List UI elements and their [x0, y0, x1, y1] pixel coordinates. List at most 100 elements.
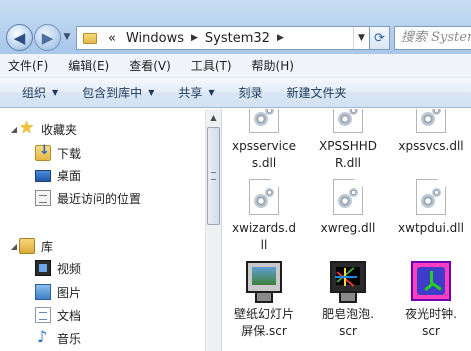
file-name-line1: 壁纸幻灯片 — [233, 307, 294, 321]
file-name-line2: 屏保.scr — [241, 324, 287, 338]
scrollbar-thumb[interactable] — [207, 127, 220, 225]
burn-label: 刻录 — [238, 86, 263, 100]
nav-libraries-header[interactable]: ◢ 库 — [0, 235, 205, 257]
expand-triangle-icon[interactable]: ◢ — [9, 242, 19, 251]
nav-favorites-header[interactable]: ◢ 收藏夹 — [0, 118, 205, 140]
dll-file-icon — [249, 179, 279, 215]
organize-label: 组织 — [22, 86, 47, 100]
caret-down-icon: ▼ — [208, 88, 215, 97]
file-name-line1: xwizards.d — [232, 221, 296, 235]
caret-down-icon: ▼ — [148, 88, 155, 97]
downloads-folder-icon — [35, 143, 51, 161]
scroll-up-arrow-icon[interactable]: ▲ — [206, 109, 221, 126]
nav-item-label: 文档 — [57, 308, 82, 323]
star-icon — [19, 118, 35, 138]
file-item[interactable]: xwtpdui.dll — [391, 179, 471, 237]
nav-pane-scrollbar[interactable]: ▲ — [205, 109, 222, 351]
back-button[interactable]: ◀ — [6, 24, 33, 51]
include-in-library-label: 包含到库中 — [82, 86, 143, 100]
search-input[interactable]: 搜索 System32 — [394, 26, 471, 50]
menu-tools[interactable]: 工具(T) — [191, 57, 232, 74]
file-name-line2: scr — [422, 324, 440, 338]
nav-item-music[interactable]: 音乐 — [0, 327, 205, 349]
favorites-label: 收藏夹 — [41, 122, 78, 137]
recent-pages-dropdown[interactable]: ▼ — [62, 32, 72, 42]
file-item[interactable]: XPSSHHD R.dll — [308, 109, 388, 172]
dll-file-icon — [249, 109, 279, 133]
breadcrumb-windows[interactable]: Windows — [121, 31, 189, 46]
libraries-label: 库 — [41, 239, 54, 254]
dll-file-icon — [333, 179, 363, 215]
file-item[interactable]: xpsservice s.dll — [224, 109, 304, 172]
share-button[interactable]: 共享 ▼ — [178, 84, 214, 101]
organize-button[interactable]: 组织 ▼ — [22, 84, 58, 101]
dll-file-icon — [416, 109, 446, 133]
file-item[interactable]: 夜光时钟. scr — [391, 261, 471, 340]
nav-item-recent-places[interactable]: 最近访问的位置 — [0, 187, 205, 209]
nav-item-label: 音乐 — [57, 331, 82, 346]
chevron-right-icon[interactable]: ▶ — [189, 33, 200, 43]
back-arrow-icon: ◀ — [13, 28, 26, 47]
file-name-line2: s.dll — [251, 156, 277, 170]
nav-item-pictures[interactable]: 图片 — [0, 281, 205, 303]
caret-down-icon: ▼ — [52, 88, 59, 97]
file-name-line1: 肥皂泡泡. — [322, 307, 374, 321]
folder-icon — [83, 32, 97, 44]
include-in-library-button[interactable]: 包含到库中 ▼ — [82, 84, 154, 101]
documents-library-icon — [35, 307, 51, 323]
nav-item-downloads[interactable]: 下载 — [0, 142, 205, 164]
file-name-line2: scr — [339, 324, 357, 338]
breadcrumb-system32[interactable]: System32 — [200, 31, 275, 46]
music-library-icon — [35, 327, 51, 346]
expand-triangle-icon[interactable]: ◢ — [9, 125, 19, 134]
address-bar[interactable]: « Windows ▶ System32 ▶ ▼ ⟳ — [76, 26, 390, 50]
nav-item-label: 视频 — [57, 261, 82, 276]
burn-button[interactable]: 刻录 — [239, 84, 263, 101]
nav-item-label: 最近访问的位置 — [57, 191, 142, 206]
refresh-icon[interactable]: ⟳ — [369, 27, 389, 49]
file-list-area: xpsservice s.dll XPSSHHD R.dll xpssvcs.d… — [222, 109, 471, 351]
screensaver-clock-icon — [411, 261, 451, 301]
forward-button[interactable]: ▶ — [34, 24, 61, 51]
file-name-line2: R.dll — [334, 156, 361, 170]
file-item[interactable]: 壁纸幻灯片 屏保.scr — [224, 261, 304, 340]
recent-places-icon — [35, 190, 51, 206]
forward-arrow-icon: ▶ — [41, 28, 54, 47]
file-name-line1: xpsservice — [232, 139, 296, 153]
new-folder-label: 新建文件夹 — [286, 86, 347, 100]
pictures-library-icon — [35, 284, 51, 300]
address-overflow[interactable]: « — [103, 31, 121, 46]
dll-file-icon — [333, 109, 363, 133]
nav-item-label: 图片 — [57, 285, 82, 300]
file-item[interactable]: xwreg.dll — [308, 179, 388, 237]
library-icon — [19, 238, 35, 254]
file-name-line1: xpssvcs.dll — [398, 139, 464, 153]
command-bar: 组织 ▼ 包含到库中 ▼ 共享 ▼ 刻录 新建文件夹 — [0, 78, 471, 108]
file-item[interactable]: xpssvcs.dll — [391, 109, 471, 155]
file-item[interactable]: xwizards.d ll — [224, 179, 304, 254]
chevron-right-icon[interactable]: ▶ — [275, 33, 286, 43]
file-name-line1: XPSSHHD — [319, 139, 377, 153]
file-name-line1: xwtpdui.dll — [398, 221, 464, 235]
menu-file[interactable]: 文件(F) — [8, 57, 48, 74]
menu-bar: 文件(F) 编辑(E) 查看(V) 工具(T) 帮助(H) — [0, 54, 471, 78]
menu-help[interactable]: 帮助(H) — [252, 57, 294, 74]
nav-item-documents[interactable]: 文档 — [0, 304, 205, 326]
video-library-icon — [35, 260, 51, 276]
new-folder-button[interactable]: 新建文件夹 — [287, 84, 347, 101]
desktop-icon — [35, 170, 51, 182]
share-label: 共享 — [178, 86, 203, 100]
address-dropdown-icon[interactable]: ▼ — [353, 27, 369, 49]
menu-view[interactable]: 查看(V) — [129, 57, 171, 74]
nav-item-label: 桌面 — [57, 168, 82, 183]
nav-item-label: 下载 — [57, 146, 82, 161]
screensaver-photo-icon — [243, 261, 285, 305]
nav-item-desktop[interactable]: 桌面 — [0, 164, 205, 186]
file-item[interactable]: 肥皂泡泡. scr — [308, 261, 388, 340]
file-name-line1: xwreg.dll — [320, 221, 376, 235]
nav-item-videos[interactable]: 视频 — [0, 257, 205, 279]
dll-file-icon — [416, 179, 446, 215]
title-bar: ◀ ▶ ▼ « Windows ▶ System32 ▶ ▼ ⟳ 搜索 Syst… — [0, 0, 471, 54]
menu-edit[interactable]: 编辑(E) — [68, 57, 109, 74]
file-name-line1: 夜光时钟. — [405, 307, 457, 321]
